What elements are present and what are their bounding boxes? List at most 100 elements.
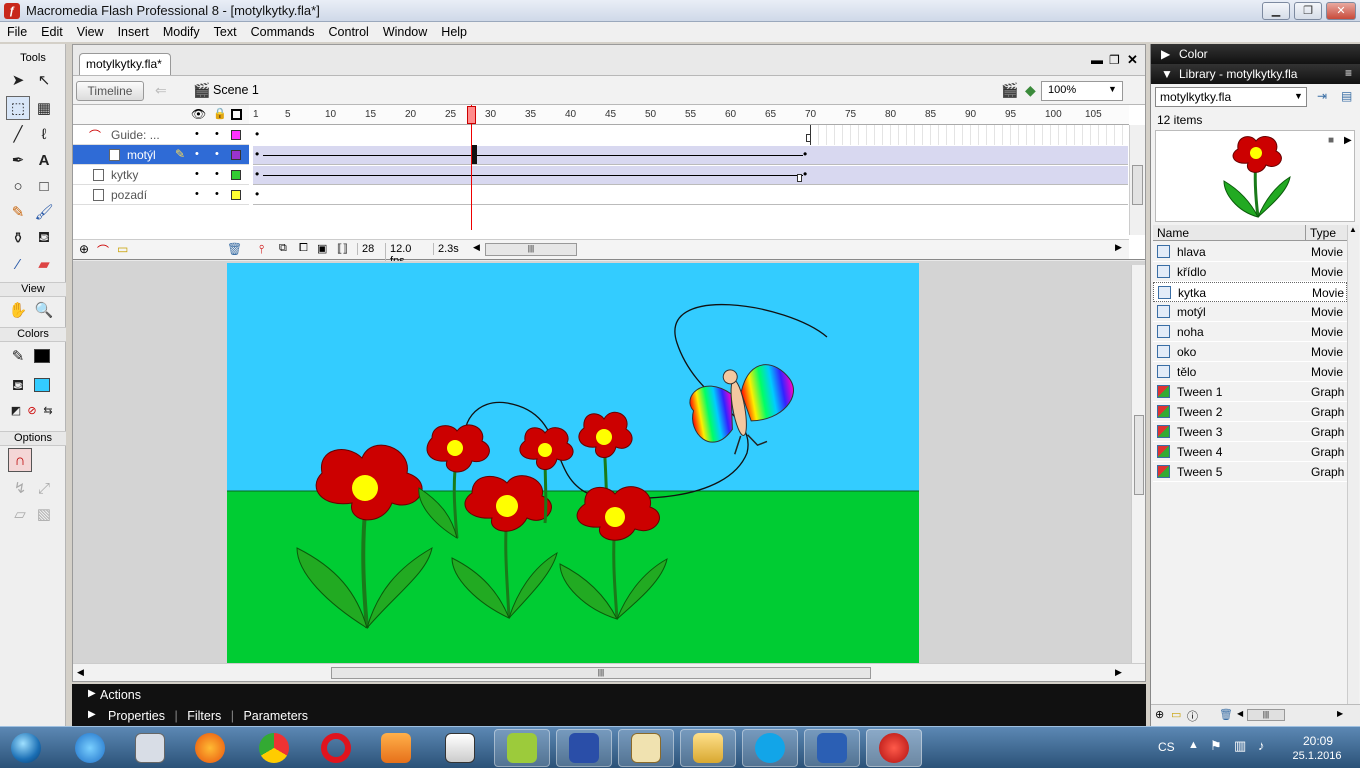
ink-bottle-tool-icon[interactable]: ⚱ <box>6 226 30 250</box>
stage-hscroll[interactable]: ◀ ||| ▶ <box>73 663 1145 681</box>
library-item[interactable]: tělo Movie <box>1153 362 1347 382</box>
paint-bucket-tool-icon[interactable]: ⛾ <box>32 226 56 250</box>
delete-item-icon[interactable]: 🗑 <box>1219 708 1233 721</box>
eyedropper-tool-icon[interactable]: ⁄ <box>6 252 30 276</box>
delete-layer-icon[interactable]: 🗑 <box>227 242 242 256</box>
stage-canvas[interactable] <box>227 263 919 663</box>
onion-outlines-icon[interactable]: ⧠ <box>299 242 308 255</box>
center-frame-icon[interactable]: ⫯ <box>259 242 264 257</box>
library-item[interactable]: noha Movie <box>1153 322 1347 342</box>
language-indicator[interactable]: CS <box>1158 740 1175 754</box>
fill-color-swatch[interactable] <box>34 378 50 392</box>
tray-arrow-icon[interactable]: ▲ <box>1188 739 1199 751</box>
taskbar-save-disk[interactable] <box>556 729 612 767</box>
visible-dot[interactable]: • <box>195 128 199 140</box>
close-button[interactable]: ✕ <box>1326 2 1356 20</box>
scroll-left-icon[interactable]: ◀ <box>1237 709 1243 718</box>
filters-tab[interactable]: Filters <box>187 709 221 723</box>
library-hscroll-thumb[interactable]: ||| <box>1247 709 1285 721</box>
layer-pozadi[interactable]: pozadí • • <box>73 185 249 205</box>
stage-hscroll-thumb[interactable]: ||| <box>331 667 871 679</box>
new-folder-icon[interactable]: ▭ <box>1171 708 1181 721</box>
menu-view[interactable]: View <box>70 25 111 39</box>
library-item[interactable]: Tween 1 Graph <box>1153 382 1347 402</box>
library-item[interactable]: motýl Movie <box>1153 302 1347 322</box>
properties-panel-header[interactable]: ▶ Properties | Filters | Parameters <box>72 706 1146 726</box>
menu-insert[interactable]: Insert <box>111 25 156 39</box>
scroll-left-icon[interactable]: ◀ <box>473 242 480 253</box>
taskbar-file-explorer[interactable] <box>680 729 736 767</box>
library-item[interactable]: oko Movie <box>1153 342 1347 362</box>
onion-skin-icon[interactable]: ⧉ <box>279 242 287 255</box>
layer-guide[interactable]: ⌒ Guide: ... • • <box>73 125 249 145</box>
library-vscroll[interactable]: ▲ <box>1347 225 1359 705</box>
network-icon[interactable]: ▥ <box>1234 738 1246 754</box>
scene-label[interactable]: Scene 1 <box>213 83 259 97</box>
taskbar-calculator[interactable] <box>122 729 178 767</box>
scroll-right-icon[interactable]: ▶ <box>1115 667 1122 678</box>
document-tab[interactable]: motylkytky.fla* <box>79 53 171 75</box>
timeline-vscroll-thumb[interactable] <box>1132 165 1143 205</box>
properties-icon[interactable]: ⓘ <box>1187 708 1198 724</box>
snap-magnet-icon[interactable]: ∩ <box>8 448 32 472</box>
visible-dot[interactable]: • <box>195 188 199 200</box>
playhead[interactable] <box>467 106 476 124</box>
doc-minimize-icon[interactable]: ▬ <box>1091 53 1103 67</box>
brush-tool-icon[interactable]: 🖌 <box>32 200 56 224</box>
column-type[interactable]: Type <box>1305 225 1336 241</box>
menu-edit[interactable]: Edit <box>34 25 70 39</box>
pencil-tool-icon[interactable]: ✎ <box>6 200 30 224</box>
frames-motyl[interactable]: • • <box>253 145 1128 165</box>
scroll-up-icon[interactable]: ▲ <box>1349 225 1357 234</box>
library-item[interactable]: Tween 4 Graph <box>1153 442 1347 462</box>
menu-window[interactable]: Window <box>376 25 434 39</box>
taskbar-internet-explorer[interactable] <box>62 729 118 767</box>
taskbar-paint[interactable] <box>618 729 674 767</box>
outline-icon[interactable] <box>231 109 242 120</box>
flag-icon[interactable]: ⚑ <box>1210 738 1222 754</box>
lock-dot[interactable]: • <box>215 148 219 160</box>
taskbar-opera[interactable] <box>308 729 364 767</box>
frames-guide[interactable]: • <box>253 125 1128 145</box>
stage-vscroll-thumb[interactable] <box>1134 415 1144 495</box>
taskbar-flash[interactable] <box>866 729 922 767</box>
scroll-left-icon[interactable]: ◀ <box>77 667 84 678</box>
library-item[interactable]: kytka Movie <box>1153 282 1347 302</box>
insert-folder-icon[interactable]: ▭ <box>117 242 128 256</box>
scroll-right-icon[interactable]: ▶ <box>1115 242 1122 253</box>
frame-ruler[interactable]: 1 5 10 15 20 25 30 35 40 45 50 55 60 65 70 75 80 85 90 95 10… <box>249 105 1129 125</box>
pen-tool-icon[interactable]: ✒ <box>6 148 30 172</box>
clock-time[interactable]: 20:09 <box>1296 734 1340 748</box>
doc-restore-icon[interactable]: ❐ <box>1109 53 1120 67</box>
lock-icon[interactable]: 🔒 <box>213 107 227 120</box>
lock-dot[interactable]: • <box>215 128 219 140</box>
layer-kytky[interactable]: kytky • • <box>73 165 249 185</box>
edit-scene-icon[interactable]: 🎬 <box>1001 82 1018 99</box>
envelope-icon[interactable]: ▧ <box>32 502 56 526</box>
timeline-hscroll-thumb[interactable]: ||| <box>485 243 577 256</box>
swap-colors-icon[interactable]: ⇆ <box>36 398 60 422</box>
smooth-icon[interactable]: ↯ <box>8 476 32 500</box>
column-name[interactable]: Name <box>1157 226 1189 240</box>
eye-icon[interactable]: 👁 <box>191 107 206 121</box>
edit-multiple-frames-icon[interactable]: ▣ <box>317 242 327 255</box>
lock-dot[interactable]: • <box>215 188 219 200</box>
lasso-tool-icon[interactable]: ℓ <box>32 122 56 146</box>
hand-tool-icon[interactable]: ✋ <box>6 298 30 322</box>
taskbar-notepad[interactable] <box>432 729 488 767</box>
subselection-tool-icon[interactable]: ↖ <box>32 68 56 92</box>
menu-modify[interactable]: Modify <box>156 25 207 39</box>
parameters-tab[interactable]: Parameters <box>243 709 308 723</box>
menu-help[interactable]: Help <box>434 25 474 39</box>
library-item[interactable]: Tween 3 Graph <box>1153 422 1347 442</box>
lock-dot[interactable]: • <box>215 168 219 180</box>
new-library-panel-icon[interactable]: ▤ <box>1341 89 1352 103</box>
volume-icon[interactable]: ♪ <box>1258 738 1265 753</box>
selection-tool-icon[interactable]: ➤ <box>6 68 30 92</box>
new-symbol-icon[interactable]: ⊕ <box>1155 708 1164 721</box>
modify-markers-icon[interactable]: ⟦⟧ <box>337 242 348 255</box>
layer-color-swatch[interactable] <box>231 170 241 180</box>
visible-dot[interactable]: • <box>195 148 199 160</box>
zoom-tool-icon[interactable]: 🔍 <box>32 298 56 322</box>
library-select[interactable]: motylkytky.fla ▼ <box>1155 87 1307 107</box>
